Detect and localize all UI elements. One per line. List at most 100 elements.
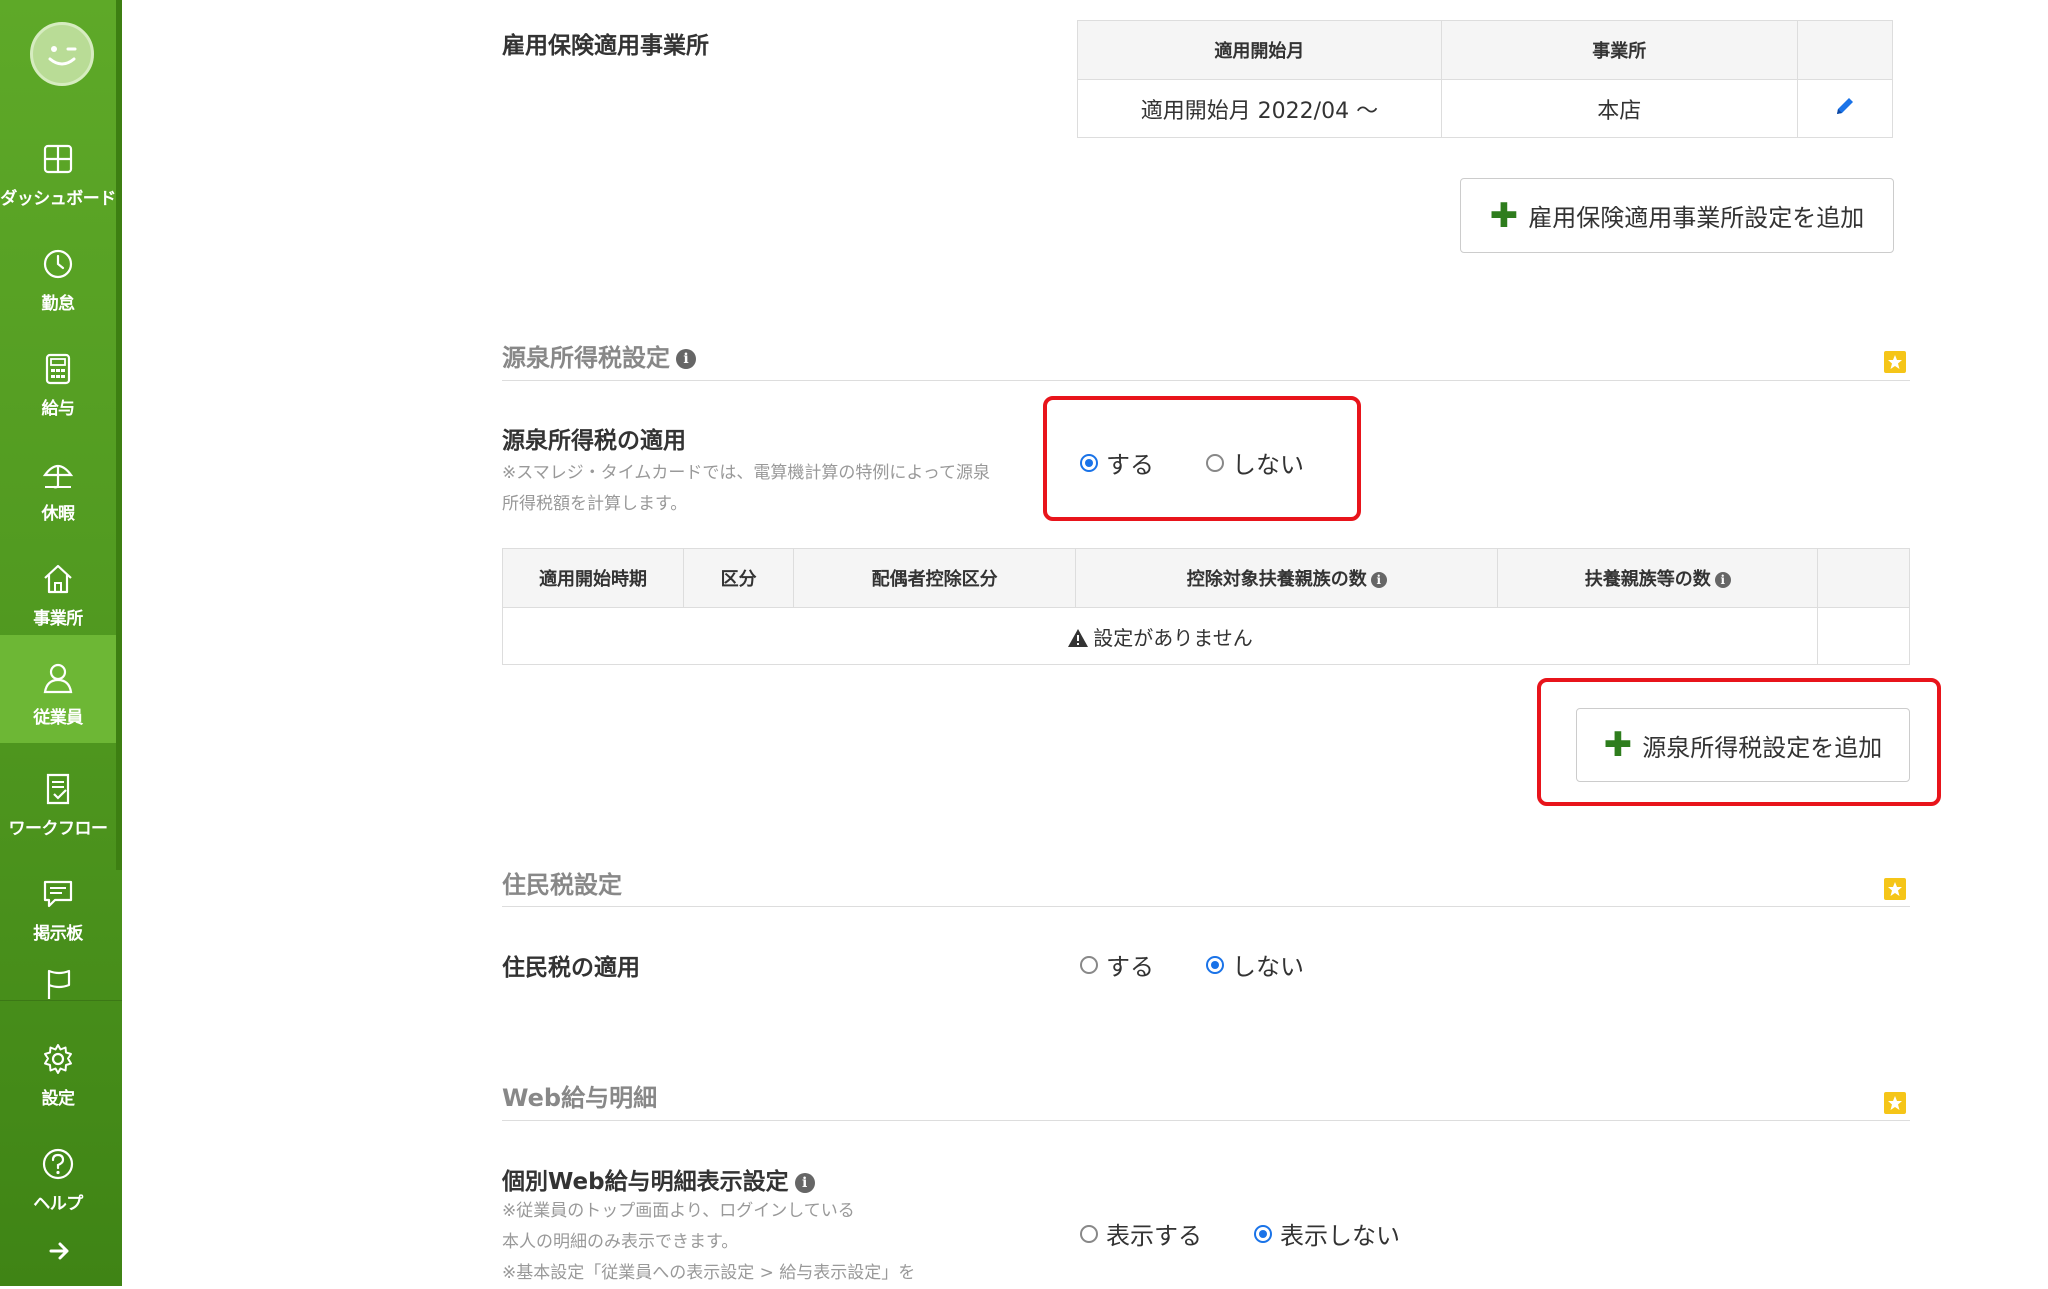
button-label: 雇用保険適用事業所設定を追加 <box>1528 204 1865 232</box>
radio-button[interactable] <box>1206 955 1224 974</box>
resident-tax-heading: 住民税設定 <box>502 871 622 899</box>
gear-icon <box>44 1044 72 1074</box>
sidebar-item-bulletin[interactable]: 掲示板 <box>0 855 116 955</box>
star-icon <box>1888 1096 1902 1110</box>
withholding-tax-table: 適用開始時期 区分 配偶者控除区分 控除対象扶養親族の数 i 扶養親族等の数 i 設… <box>501 548 1910 665</box>
sidebar: ダッシュボード 勤怠 給与 休暇 事業所 従業員 ワークフロー 掲示板 設定 ヘ… <box>0 0 122 1286</box>
home-icon <box>44 564 72 594</box>
smiley-icon <box>48 46 77 66</box>
sidebar-item-office[interactable]: 事業所 <box>0 540 116 640</box>
radio-label: しない <box>1232 953 1304 981</box>
section-divider <box>502 1120 1910 1121</box>
sidebar-item-payroll[interactable]: 給与 <box>0 330 116 430</box>
sidebar-item-settings[interactable]: 設定 <box>0 1020 116 1120</box>
avatar[interactable] <box>30 22 94 86</box>
sidebar-item-label: 従業員 <box>33 708 83 728</box>
umbrella-icon <box>42 464 74 489</box>
column-header: 配偶者控除区分 <box>793 548 1077 608</box>
sidebar-item-label: 休暇 <box>41 504 76 524</box>
message-icon <box>43 880 73 908</box>
column-header: 区分 <box>683 548 795 608</box>
table-cell <box>1796 79 1894 138</box>
sidebar-item-label: ダッシュボード <box>0 189 116 209</box>
highlight-box <box>1537 678 1941 806</box>
table-cell: 本店 <box>1440 79 1798 138</box>
info-icon[interactable]: i <box>1714 572 1731 588</box>
sidebar-item-attendance[interactable]: 勤怠 <box>0 225 116 325</box>
radio-label: 表示する <box>1106 1222 1202 1250</box>
web-payslip-note: ※従業員のトップ画面より、ログインしている 本人の明細のみ表示できます。 ※基本… <box>502 1196 1022 1289</box>
calculator-icon <box>45 353 71 385</box>
info-icon[interactable]: i <box>794 1172 815 1193</box>
sidebar-item-leave[interactable]: 休暇 <box>0 435 116 535</box>
sidebar-item-label: ヘルプ <box>33 1194 83 1214</box>
resident-tax-option-yes[interactable]: する <box>1080 947 1154 982</box>
sidebar-divider <box>0 1000 122 1001</box>
web-payslip-option-show[interactable]: 表示する <box>1080 1216 1202 1251</box>
table-header-row: 適用開始時期 区分 配偶者控除区分 控除対象扶養親族の数 i 扶養親族等の数 i <box>501 548 1910 608</box>
star-icon <box>1888 882 1902 896</box>
flag-icon <box>47 969 71 999</box>
arrow-right-icon[interactable] <box>49 1240 71 1262</box>
info-icon[interactable]: i <box>1370 572 1387 588</box>
header-label: 控除対象扶養親族の数 <box>1186 569 1367 590</box>
employment-insurance-table: 適用開始月 事業所 適用開始月 2022/04 〜 本店 <box>1077 20 1894 138</box>
empty-message: 設定がありません <box>1093 625 1253 650</box>
favorite-star-icon[interactable] <box>1884 351 1906 373</box>
section-divider <box>502 906 1910 907</box>
column-header: 控除対象扶養親族の数 i <box>1075 548 1499 608</box>
resident-tax-option-no[interactable]: しない <box>1206 947 1304 982</box>
sidebar-item-label: ワークフロー <box>8 819 109 839</box>
table-cell <box>1817 607 1910 665</box>
note-line: 本人の明細のみ表示できます。 <box>502 1232 739 1252</box>
note-line: 所得税額を計算します。 <box>502 494 688 514</box>
add-employment-insurance-button[interactable]: ✚ 雇用保険適用事業所設定を追加 <box>1460 178 1894 253</box>
person-icon <box>43 663 73 694</box>
favorite-star-icon[interactable] <box>1884 1092 1906 1114</box>
help-icon <box>42 1148 74 1180</box>
sidebar-item-flag[interactable] <box>0 955 116 1005</box>
sidebar-item-workflow[interactable]: ワークフロー <box>0 750 116 850</box>
web-payslip-option-hide[interactable]: 表示しない <box>1254 1216 1400 1251</box>
radio-button[interactable] <box>1080 955 1098 974</box>
resident-tax-apply-label: 住民税の適用 <box>502 955 640 981</box>
withholding-tax-apply-label: 源泉所得税の適用 <box>502 428 686 454</box>
radio-label: する <box>1106 953 1154 981</box>
note-line: ※スマレジ・タイムカードでは、電算機計算の特例によって源泉 <box>502 463 991 483</box>
note-line: ※従業員のトップ画面より、ログインしている <box>502 1201 855 1221</box>
table-row: 適用開始月 2022/04 〜 本店 <box>1077 79 1894 138</box>
clock-icon <box>43 249 73 279</box>
edit-pencil-icon[interactable] <box>1833 94 1857 118</box>
note-line: ※基本設定「従業員への表示設定 > 給与表示設定」を <box>502 1263 916 1283</box>
web-payslip-heading: Web給与明細 <box>502 1084 658 1112</box>
table-header-row: 適用開始月 事業所 <box>1077 20 1894 80</box>
section-divider <box>502 380 1910 381</box>
table-cell: 適用開始月 2022/04 〜 <box>1077 79 1442 138</box>
radio-button[interactable] <box>1254 1224 1272 1243</box>
setting-title: 個別Web給与明細表示設定 <box>502 1169 789 1195</box>
web-payslip-radio-group: 表示する 表示しない <box>1080 1216 1400 1251</box>
sidebar-item-label: 給与 <box>41 399 76 419</box>
document-check-icon <box>46 773 70 805</box>
column-header: 扶養親族等の数 i <box>1497 548 1818 608</box>
column-header <box>1796 20 1894 80</box>
sidebar-item-dashboard[interactable]: ダッシュボード <box>0 120 116 220</box>
section-title: 源泉所得税設定 <box>502 344 670 372</box>
info-icon[interactable]: i <box>676 349 696 369</box>
withholding-tax-heading: 源泉所得税設定 i <box>502 338 696 373</box>
warning-icon <box>1068 628 1089 647</box>
sidebar-scrollbar[interactable] <box>116 0 122 870</box>
sidebar-item-employees[interactable]: 従業員 <box>0 635 116 743</box>
empty-message-cell: 設定がありません <box>502 607 1818 665</box>
sidebar-item-label: 設定 <box>41 1089 76 1109</box>
sidebar-item-label: 事業所 <box>33 609 83 629</box>
header-label: 扶養親族等の数 <box>1584 569 1711 590</box>
column-header: 適用開始月 <box>1077 20 1442 80</box>
radio-button[interactable] <box>1080 1224 1098 1243</box>
sidebar-item-help[interactable]: ヘルプ <box>0 1125 116 1225</box>
favorite-star-icon[interactable] <box>1884 878 1906 900</box>
column-header: 適用開始時期 <box>501 548 685 608</box>
dashboard-icon <box>43 144 73 174</box>
employment-insurance-label: 雇用保険適用事業所 <box>502 33 709 59</box>
resident-tax-radio-group: する しない <box>1080 947 1304 982</box>
